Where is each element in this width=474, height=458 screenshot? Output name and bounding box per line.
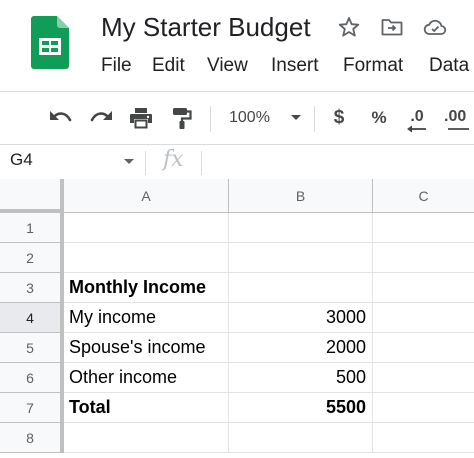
sheets-logo-icon[interactable] <box>31 16 69 69</box>
cell-b[interactable] <box>229 243 373 273</box>
zoom-value: 100% <box>229 109 270 126</box>
fx-icon: fx <box>163 147 184 172</box>
arrow-right-icon <box>448 128 469 130</box>
zoom-select[interactable]: 100% <box>222 92 304 144</box>
toolbar: 100% $ % .0 .00 <box>0 92 474 144</box>
move-to-folder-icon[interactable] <box>380 15 404 39</box>
cell-a[interactable] <box>64 243 229 273</box>
cell-a[interactable]: Monthly Income <box>64 273 229 303</box>
cell-a[interactable]: Total <box>64 393 229 423</box>
cell-c[interactable] <box>373 303 474 333</box>
decrease-decimal-label: .0 <box>410 108 424 125</box>
toolbar-separator <box>314 106 315 132</box>
column-header-c[interactable]: C <box>373 179 474 213</box>
name-box[interactable]: G4 <box>10 150 33 170</box>
menu-insert[interactable]: Insert <box>271 55 319 77</box>
cell-c[interactable] <box>373 423 474 453</box>
cell-b[interactable]: 2000 <box>229 333 373 363</box>
currency-format-button[interactable]: $ <box>326 92 352 144</box>
cell-a[interactable]: Spouse's income <box>64 333 229 363</box>
redo-icon <box>90 111 112 122</box>
cell-c[interactable] <box>373 333 474 363</box>
row-header[interactable]: 5 <box>0 333 64 363</box>
cell-c[interactable] <box>373 273 474 303</box>
decrease-decimal-button[interactable]: .0 <box>402 92 432 144</box>
cell-b[interactable]: 5500 <box>229 393 373 423</box>
row-header[interactable]: 8 <box>0 423 64 453</box>
cell-a[interactable] <box>64 213 229 243</box>
chevron-down-icon[interactable] <box>123 158 135 166</box>
row-header[interactable]: 6 <box>0 363 64 393</box>
increase-decimal-button[interactable]: .00 <box>440 92 474 144</box>
row-header[interactable]: 1 <box>0 213 64 243</box>
paint-format-button[interactable] <box>168 92 196 144</box>
cell-c[interactable] <box>373 243 474 273</box>
redo-button[interactable] <box>86 92 116 144</box>
menu-format[interactable]: Format <box>343 55 403 77</box>
cloud-status-icon[interactable] <box>423 15 447 39</box>
cell-c[interactable] <box>373 213 474 243</box>
undo-button[interactable] <box>46 92 76 144</box>
select-all-corner[interactable] <box>0 179 64 213</box>
column-header-b[interactable]: B <box>229 179 373 213</box>
cell-b[interactable]: 500 <box>229 363 373 393</box>
cell-b[interactable] <box>229 273 373 303</box>
chevron-down-icon <box>290 115 301 120</box>
undo-icon <box>50 111 72 122</box>
spreadsheet-grid: A B C 1 2 3 Monthly Income 4 My income 3000 5 Sp… <box>0 179 474 458</box>
star-icon[interactable] <box>337 15 361 39</box>
formula-input[interactable] <box>210 151 470 175</box>
menu-view[interactable]: View <box>207 55 248 77</box>
row-header[interactable]: 7 <box>0 393 64 423</box>
cell-b[interactable] <box>229 213 373 243</box>
row-header[interactable]: 2 <box>0 243 64 273</box>
formula-bar: G4 fx <box>0 145 474 179</box>
increase-decimal-label: .00 <box>444 108 467 125</box>
cell-a[interactable]: Other income <box>64 363 229 393</box>
menu-edit[interactable]: Edit <box>152 55 185 77</box>
column-header-a[interactable]: A <box>64 179 229 213</box>
menu-data[interactable]: Data <box>429 55 469 77</box>
row-header[interactable]: 3 <box>0 273 64 303</box>
cell-a[interactable]: My income <box>64 303 229 333</box>
cell-a[interactable] <box>64 423 229 453</box>
toolbar-separator <box>210 106 211 132</box>
row-header[interactable]: 4 <box>0 303 64 333</box>
menu-file[interactable]: File <box>101 55 132 77</box>
cell-b[interactable] <box>229 423 373 453</box>
formula-separator <box>145 151 146 175</box>
cell-c[interactable] <box>373 363 474 393</box>
cell-b[interactable]: 3000 <box>229 303 373 333</box>
formula-separator <box>201 151 202 175</box>
cell-c[interactable] <box>373 393 474 423</box>
paint-format-icon <box>173 108 192 129</box>
percent-format-button[interactable]: % <box>366 92 392 144</box>
print-icon <box>130 108 152 129</box>
arrow-left-icon <box>407 125 426 133</box>
title-bar: My Starter Budget File Edit View Insert … <box>0 0 474 92</box>
document-title[interactable]: My Starter Budget <box>101 12 311 43</box>
print-button[interactable] <box>127 92 155 144</box>
